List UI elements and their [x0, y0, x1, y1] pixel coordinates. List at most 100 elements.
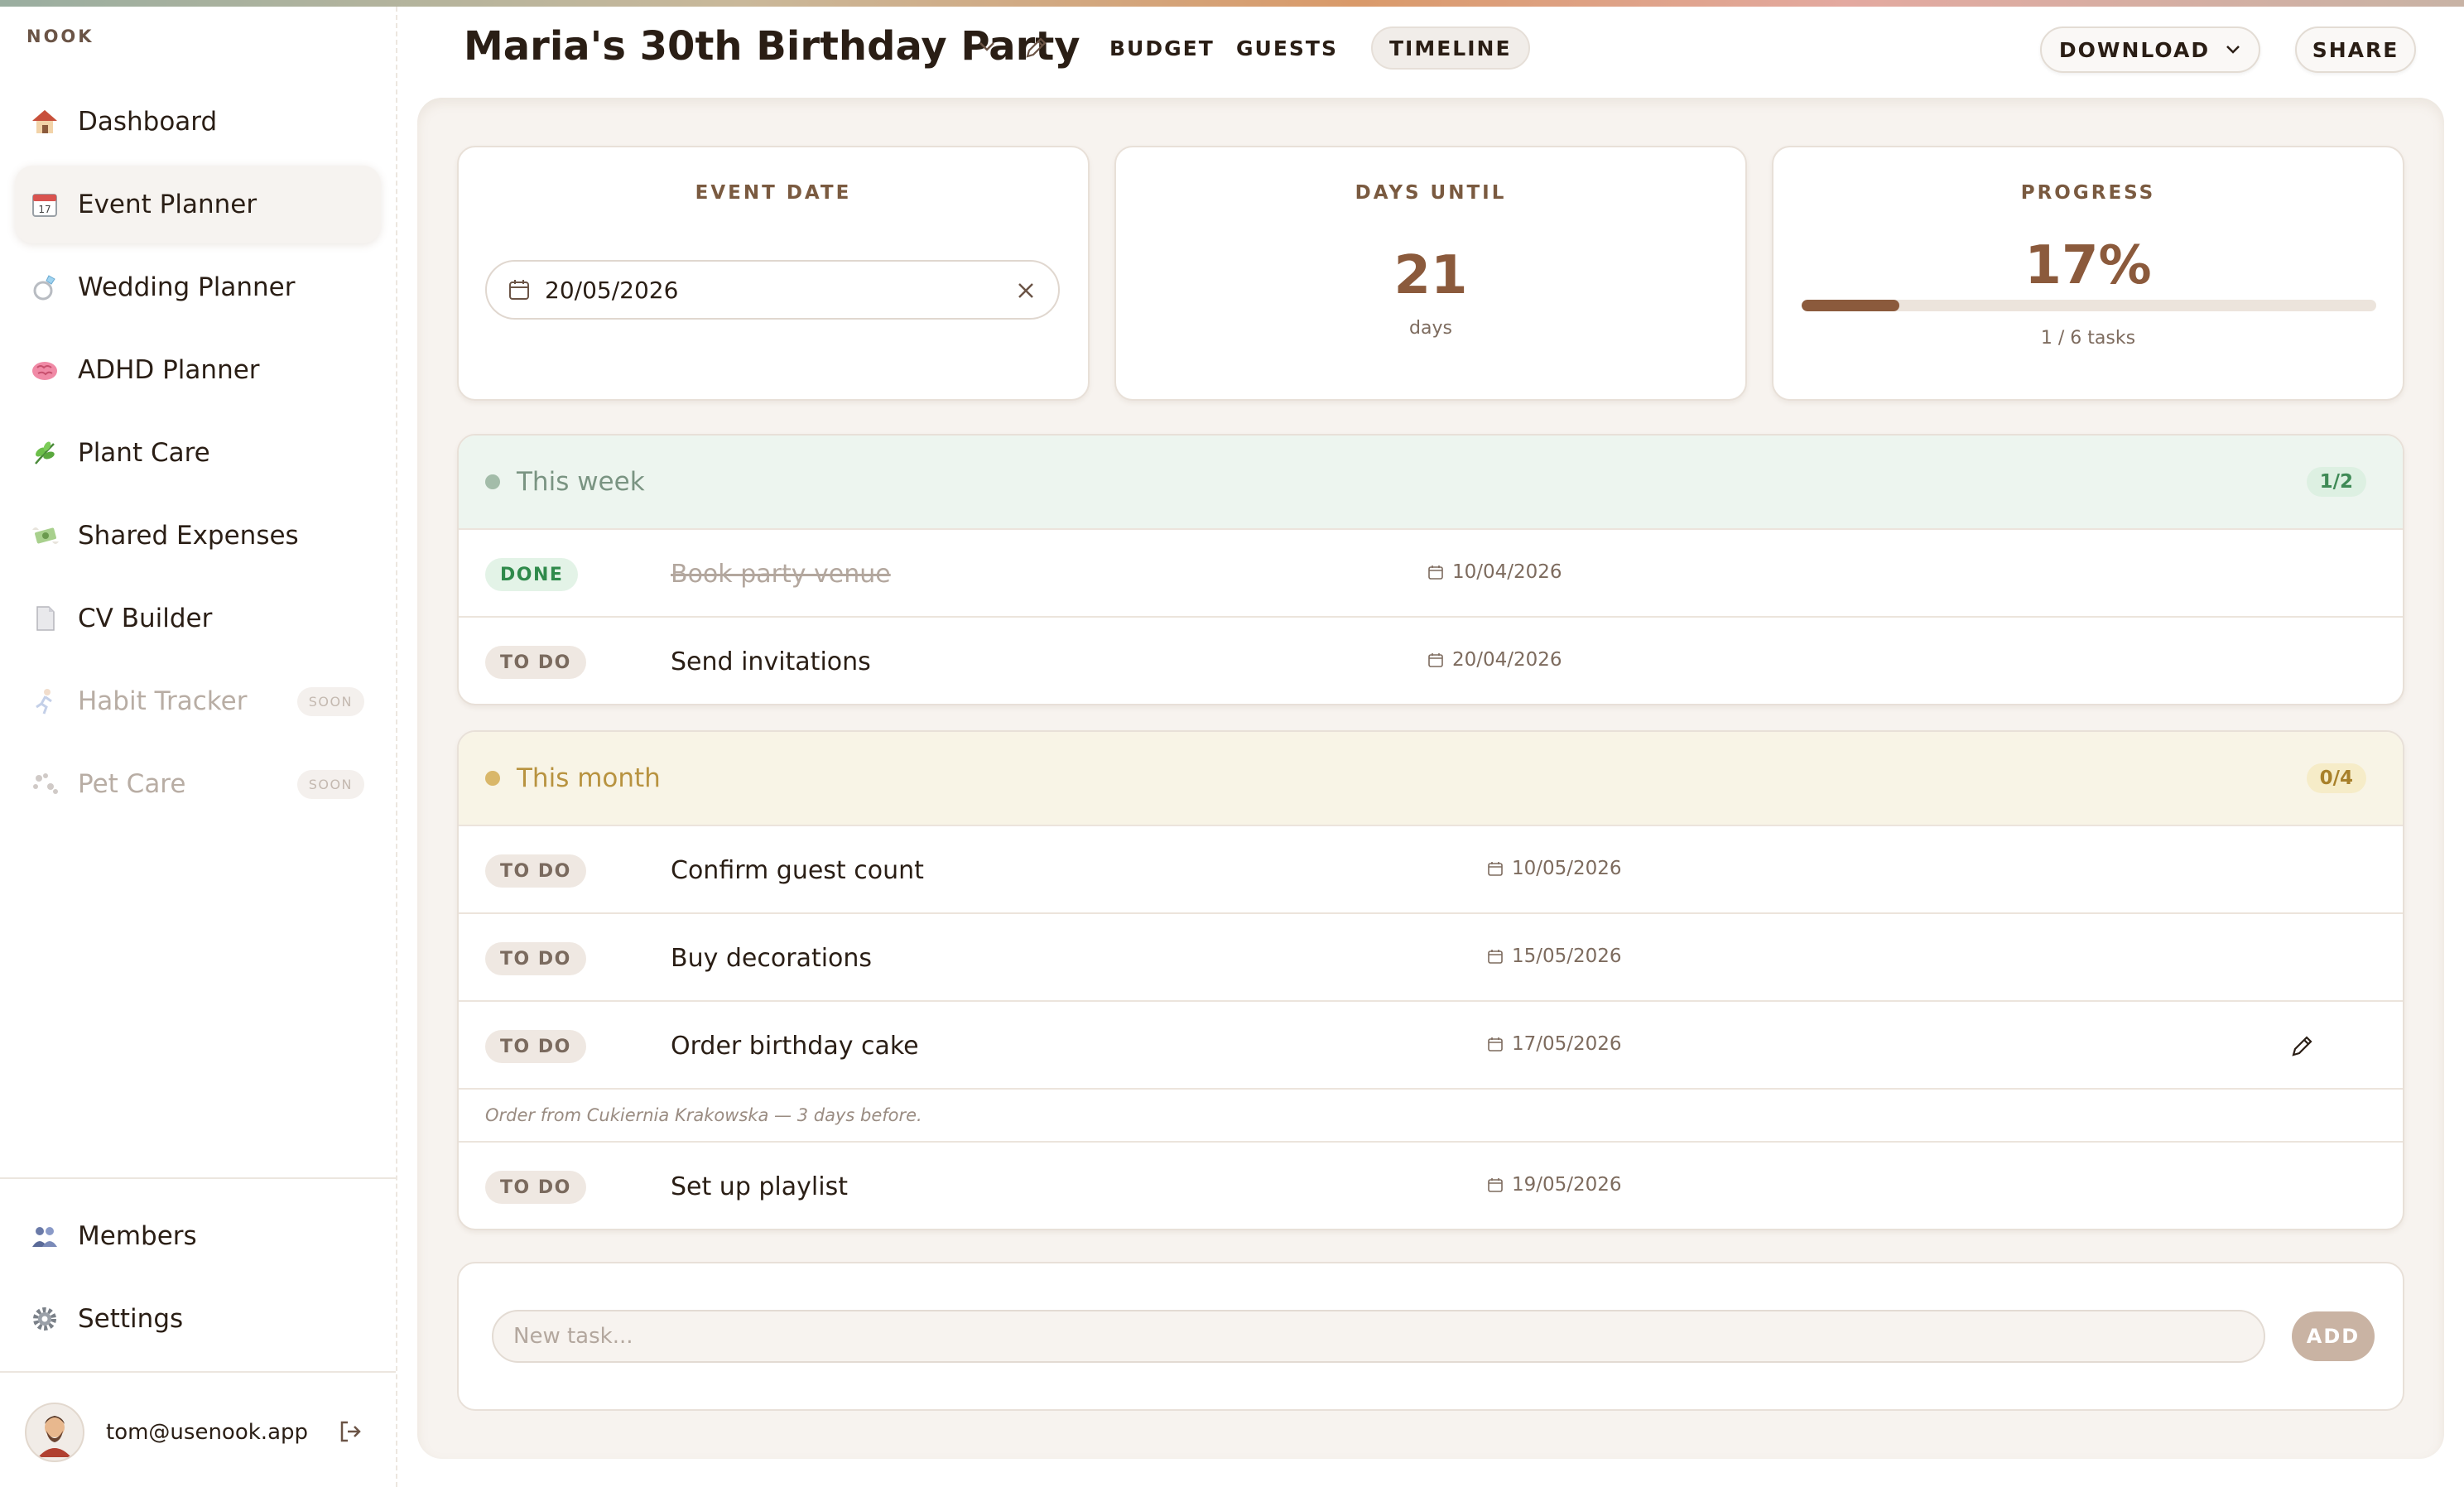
share-button[interactable]: SHARE — [2295, 26, 2416, 73]
user-profile: tom@usenook.app — [25, 1401, 373, 1464]
calendar-icon — [1428, 565, 1443, 580]
calendar-icon — [1428, 653, 1443, 667]
section-header: This month 0/4 — [459, 732, 2403, 825]
money-wings-icon — [30, 521, 60, 551]
days-until-card: DAYS UNTIL 21 days — [1114, 146, 1747, 401]
gear-icon — [30, 1304, 60, 1334]
sidebar-item-members[interactable]: Members — [15, 1197, 381, 1275]
pencil-icon[interactable] — [2288, 1033, 2315, 1063]
task-date: 19/05/2026 — [1487, 1174, 1622, 1196]
chevron-down-icon — [2225, 44, 2241, 55]
new-task-card: ADD — [457, 1262, 2404, 1411]
status-dot — [485, 771, 500, 786]
progress-value: 17% — [2024, 235, 2152, 296]
tab-timeline[interactable]: TIMELINE — [1371, 26, 1530, 70]
task-date-value: 17/05/2026 — [1512, 1033, 1622, 1055]
sidebar-item-adhd-planner[interactable]: ADHD Planner — [15, 331, 381, 409]
sidebar-item-label: Settings — [78, 1304, 184, 1334]
paw-prints-icon — [30, 769, 60, 799]
task-date-value: 15/05/2026 — [1512, 946, 1622, 967]
close-icon[interactable] — [1015, 280, 1037, 305]
sidebar-item-wedding-planner[interactable]: Wedding Planner — [15, 248, 381, 326]
sidebar-item-plant-care[interactable]: Plant Care — [15, 414, 381, 492]
task-date: 15/05/2026 — [1487, 946, 1622, 967]
avatar[interactable] — [25, 1403, 84, 1462]
tab-budget[interactable]: BUDGET — [1093, 26, 1231, 70]
task-date-value: 10/04/2026 — [1452, 561, 1562, 583]
sidebar-item-label: Habit Tracker — [78, 686, 248, 716]
status-dot — [485, 474, 500, 489]
ring-icon — [30, 272, 60, 302]
top-accent-bar — [0, 0, 2464, 7]
progress-bar — [1802, 300, 2376, 311]
section-count-badge: 1/2 — [2306, 467, 2366, 497]
task-date-value: 10/05/2026 — [1512, 858, 1622, 879]
task-title: Send invitations — [671, 647, 871, 676]
calendar-icon — [1488, 862, 1503, 876]
status-badge[interactable]: DONE — [485, 558, 579, 591]
sidebar-divider — [0, 1371, 396, 1373]
sidebar-item-dashboard[interactable]: Dashboard — [15, 83, 381, 161]
event-date-title: EVENT DATE — [695, 182, 852, 204]
soon-badge: SOON — [296, 687, 364, 716]
section-this-week: This week 1/2 DONE Book party venue 10/0… — [457, 434, 2404, 705]
brand-logo: NOOK — [26, 26, 94, 46]
table-row[interactable]: DONE Book party venue 10/04/2026 — [459, 528, 2403, 616]
sidebar-item-label: Shared Expenses — [78, 521, 299, 551]
calendar-icon — [1488, 950, 1503, 964]
sidebar-item-habit-tracker[interactable]: Habit Tracker SOON — [15, 662, 381, 740]
logout-icon[interactable] — [338, 1419, 363, 1447]
sidebar-item-event-planner[interactable]: 17 Event Planner — [15, 166, 381, 243]
status-badge[interactable]: TO DO — [485, 646, 586, 679]
chevron-down-icon[interactable] — [977, 40, 997, 56]
sidebar-item-settings[interactable]: Settings — [15, 1280, 381, 1358]
table-row[interactable]: TO DO Confirm guest count 10/05/2026 — [459, 825, 2403, 912]
section-this-month: This month 0/4 TO DO Confirm guest count… — [457, 730, 2404, 1230]
soon-badge: SOON — [296, 770, 364, 799]
svg-text:17: 17 — [38, 204, 51, 215]
section-title: This month — [517, 763, 661, 793]
task-date: 20/04/2026 — [1427, 649, 1562, 671]
page-icon — [30, 604, 60, 633]
people-icon — [30, 1221, 60, 1251]
task-date-value: 19/05/2026 — [1512, 1174, 1622, 1196]
calendar-icon — [1488, 1037, 1503, 1051]
sidebar-item-shared-expenses[interactable]: Shared Expenses — [15, 497, 381, 575]
task-date: 10/05/2026 — [1487, 858, 1622, 879]
sidebar-item-label: Event Planner — [78, 190, 257, 219]
progress-caption: 1 / 6 tasks — [2040, 328, 2136, 349]
tab-guests[interactable]: GUESTS — [1220, 26, 1355, 70]
sidebar-item-pet-care[interactable]: Pet Care SOON — [15, 745, 381, 823]
pencil-icon[interactable] — [1023, 35, 1049, 65]
task-date-value: 20/04/2026 — [1452, 649, 1562, 671]
house-icon — [30, 107, 60, 137]
task-title: Order birthday cake — [671, 1032, 919, 1061]
days-until-unit: days — [1409, 318, 1452, 339]
event-date-card: EVENT DATE 20/05/2026 — [457, 146, 1090, 401]
status-badge[interactable]: TO DO — [485, 854, 586, 888]
sidebar-item-cv-builder[interactable]: CV Builder — [15, 580, 381, 657]
task-title: Set up playlist — [671, 1172, 848, 1201]
progress-title: PROGRESS — [2020, 182, 2156, 204]
table-row[interactable]: TO DO Buy decorations 15/05/2026 — [459, 912, 2403, 1000]
progress-bar-fill — [1802, 300, 1899, 311]
add-task-button[interactable]: ADD — [2292, 1311, 2375, 1361]
new-task-input[interactable] — [492, 1310, 2265, 1363]
sidebar-item-label: Pet Care — [78, 769, 186, 799]
table-row[interactable]: TO DO Order birthday cake 17/05/2026 — [459, 1000, 2403, 1088]
days-until-title: DAYS UNTIL — [1355, 182, 1507, 204]
table-row[interactable]: TO DO Send invitations 20/04/2026 — [459, 616, 2403, 704]
table-row[interactable]: TO DO Set up playlist 19/05/2026 — [459, 1141, 2403, 1229]
status-badge[interactable]: TO DO — [485, 1171, 586, 1204]
status-badge[interactable]: TO DO — [485, 942, 586, 975]
download-button[interactable]: DOWNLOAD — [2040, 26, 2260, 73]
header: Maria's 30th Birthday Party BUDGET GUEST… — [397, 7, 2464, 89]
task-date: 10/04/2026 — [1427, 561, 1562, 583]
main-panel: EVENT DATE 20/05/2026 DAYS UNTIL 21 days… — [417, 98, 2444, 1459]
calendar-icon: 17 — [30, 190, 60, 219]
status-badge[interactable]: TO DO — [485, 1030, 586, 1063]
sidebar: NOOK Dashboard 17 Event Planner Wedding … — [0, 7, 397, 1487]
event-date-input[interactable]: 20/05/2026 — [485, 260, 1060, 320]
event-date-value: 20/05/2026 — [545, 276, 679, 304]
calendar-icon — [1488, 1178, 1503, 1192]
